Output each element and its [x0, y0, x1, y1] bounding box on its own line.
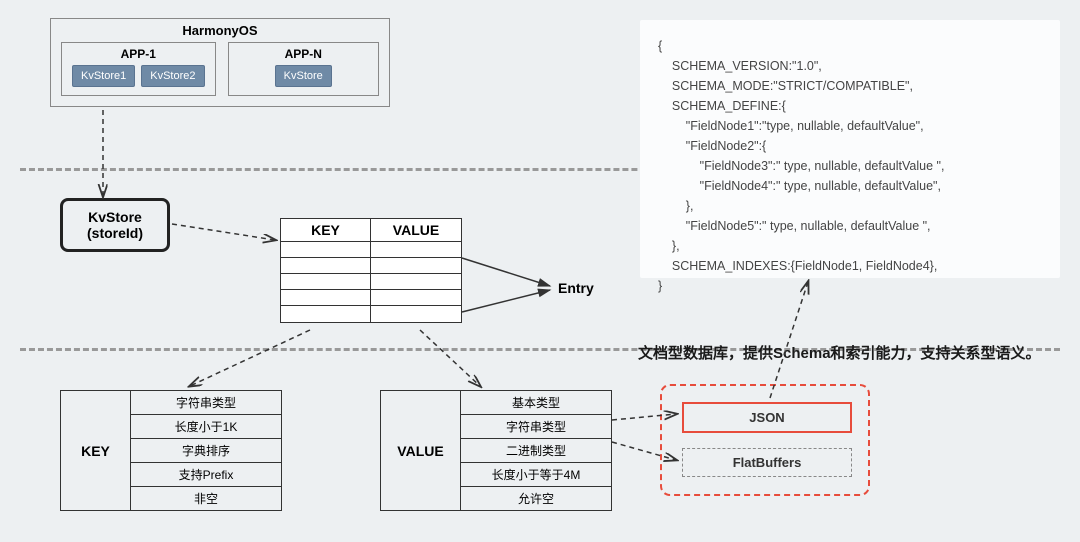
value-detail-rows: 基本类型 字符串类型 二进制类型 长度小于等于4M 允许空: [461, 391, 611, 510]
format-container: JSON FlatBuffers: [660, 384, 870, 496]
schema-panel: { SCHEMA_VERSION:"1.0", SCHEMA_MODE:"STR…: [640, 20, 1060, 278]
kv-header-value: VALUE: [371, 219, 461, 242]
key-row: 非空: [131, 487, 281, 510]
kvstore-row: KvStore: [239, 65, 369, 87]
value-row: 基本类型: [461, 391, 611, 415]
key-row: 长度小于1K: [131, 415, 281, 439]
kv-table: KEY VALUE: [280, 218, 462, 323]
annotation-text: 文档型数据库，提供Schema和索引能力，支持关系型语义。: [638, 342, 1041, 363]
kvstore-main-node: KvStore (storeId): [60, 198, 170, 252]
key-row: 字符串类型: [131, 391, 281, 415]
key-detail-box: KEY 字符串类型 长度小于1K 字典排序 支持Prefix 非空: [60, 390, 282, 511]
entry-label: Entry: [558, 280, 594, 296]
app-title: APP-1: [72, 47, 205, 61]
kvstore-main-storeid: (storeId): [71, 225, 159, 241]
key-detail-rows: 字符串类型 长度小于1K 字典排序 支持Prefix 非空: [131, 391, 281, 510]
app-box-n: APP-N KvStore: [228, 42, 380, 96]
harmony-os-title: HarmonyOS: [61, 23, 379, 38]
kvstore-row: KvStore1 KvStore2: [72, 65, 205, 87]
app-box-1: APP-1 KvStore1 KvStore2: [61, 42, 216, 96]
apps-row: APP-1 KvStore1 KvStore2 APP-N KvStore: [61, 42, 379, 96]
harmony-os-container: HarmonyOS APP-1 KvStore1 KvStore2 APP-N …: [50, 18, 390, 107]
key-row: 字典排序: [131, 439, 281, 463]
kvstore-main-label: KvStore: [71, 209, 159, 225]
kv-table-header: KEY VALUE: [281, 219, 461, 242]
key-row: 支持Prefix: [131, 463, 281, 487]
value-row: 允许空: [461, 487, 611, 510]
kv-header-key: KEY: [281, 219, 371, 242]
kvstore-chip: KvStore2: [141, 65, 204, 87]
value-row: 长度小于等于4M: [461, 463, 611, 487]
value-label: VALUE: [381, 391, 461, 510]
key-label: KEY: [61, 391, 131, 510]
kvstore-chip: KvStore: [275, 65, 332, 87]
app-title: APP-N: [239, 47, 369, 61]
value-row: 字符串类型: [461, 415, 611, 439]
format-json: JSON: [682, 402, 852, 433]
value-detail-box: VALUE 基本类型 字符串类型 二进制类型 长度小于等于4M 允许空: [380, 390, 612, 511]
value-row: 二进制类型: [461, 439, 611, 463]
format-flatbuffers: FlatBuffers: [682, 448, 852, 477]
kvstore-chip: KvStore1: [72, 65, 135, 87]
